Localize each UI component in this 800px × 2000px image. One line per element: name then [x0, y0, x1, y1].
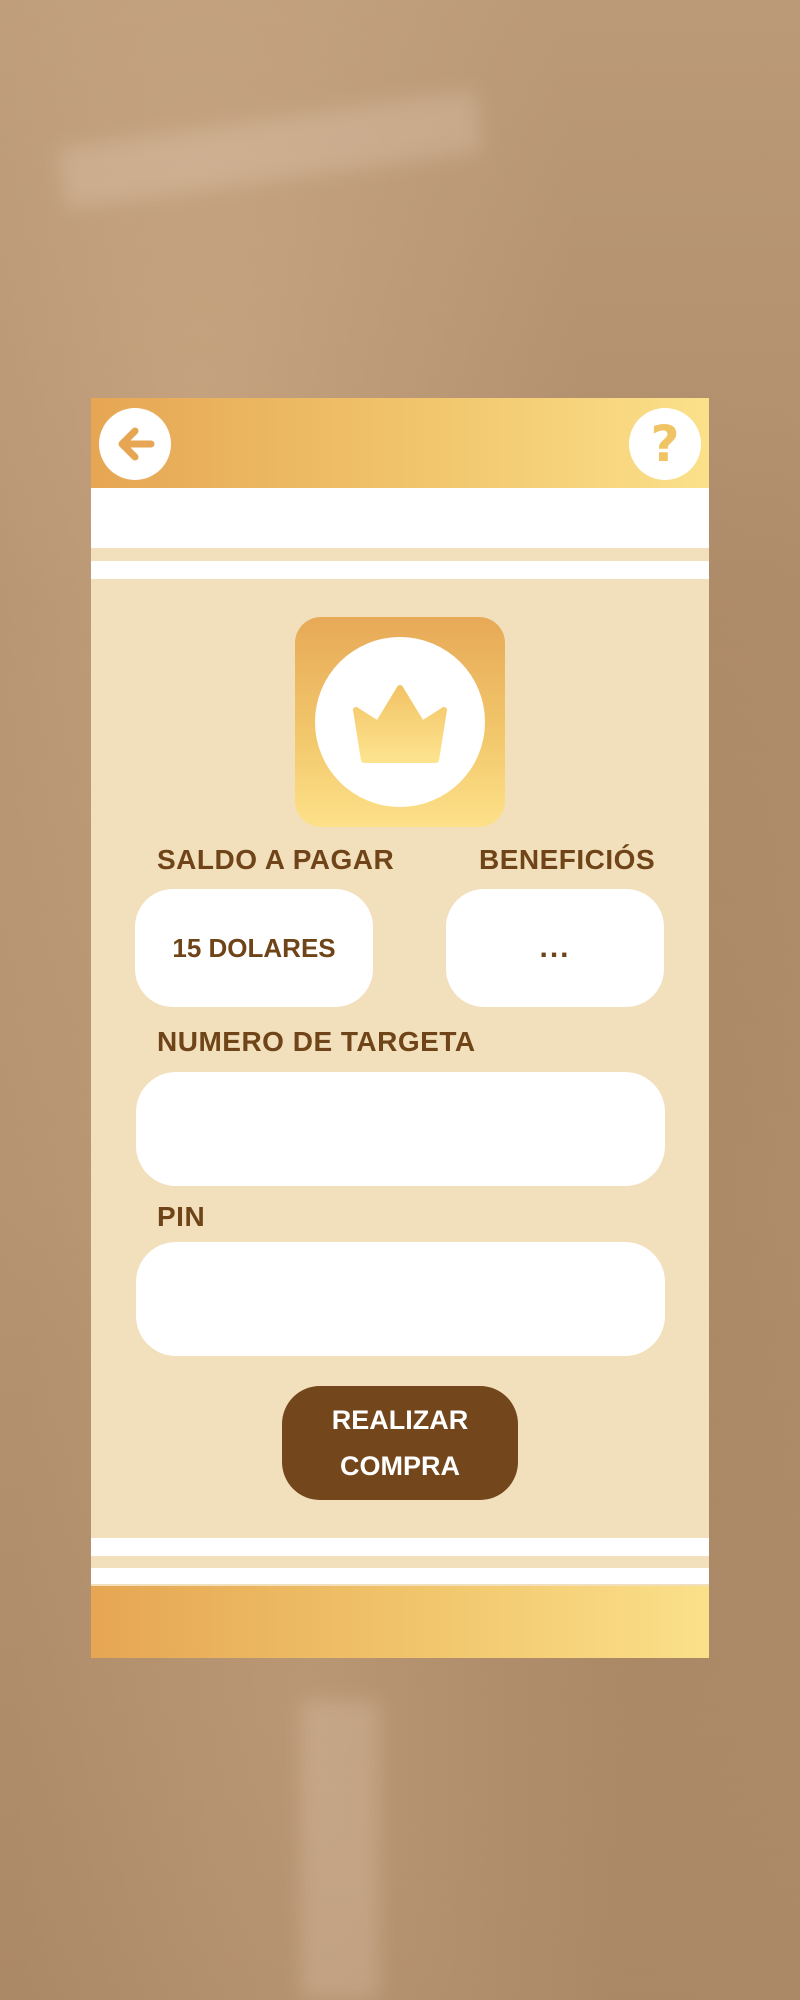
- purchase-screen: ? SALDO A PAGAR BENEFICIÓS 15 DOLARES ..…: [91, 398, 709, 1658]
- back-button[interactable]: [99, 408, 171, 480]
- logo-circle: [315, 637, 485, 807]
- divider: [91, 1538, 709, 1556]
- saldo-label: SALDO A PAGAR: [157, 844, 395, 875]
- card-number-input[interactable]: [136, 1072, 665, 1186]
- pin-label: PIN: [157, 1201, 206, 1232]
- paper-crease: [300, 1700, 380, 2000]
- header-bar: ?: [91, 398, 709, 488]
- realizar-compra-button[interactable]: REALIZAR COMPRA: [282, 1386, 518, 1500]
- card-number-label: NUMERO DE TARGETA: [157, 1026, 476, 1057]
- buy-label-line1: REALIZAR: [331, 1405, 469, 1435]
- divider: [91, 561, 709, 579]
- arrow-left-icon: [118, 427, 155, 461]
- saldo-value: 15 DOLARES: [172, 932, 336, 963]
- buy-label-line2: COMPRA: [340, 1451, 460, 1481]
- paper-crease: [57, 91, 483, 209]
- premium-logo: [295, 617, 505, 827]
- header-strip: [91, 488, 709, 548]
- footer-bar: [91, 1586, 709, 1658]
- saldo-value-box: 15 DOLARES: [135, 889, 373, 1007]
- beneficios-label: BENEFICIÓS: [479, 844, 656, 875]
- pin-input[interactable]: [136, 1242, 665, 1356]
- question-mark-icon: ?: [650, 415, 680, 473]
- help-button[interactable]: ?: [629, 408, 701, 480]
- crown-icon: [353, 685, 447, 763]
- beneficios-button[interactable]: ...: [446, 889, 664, 1007]
- beneficios-value: ...: [539, 931, 571, 964]
- divider: [91, 1568, 709, 1584]
